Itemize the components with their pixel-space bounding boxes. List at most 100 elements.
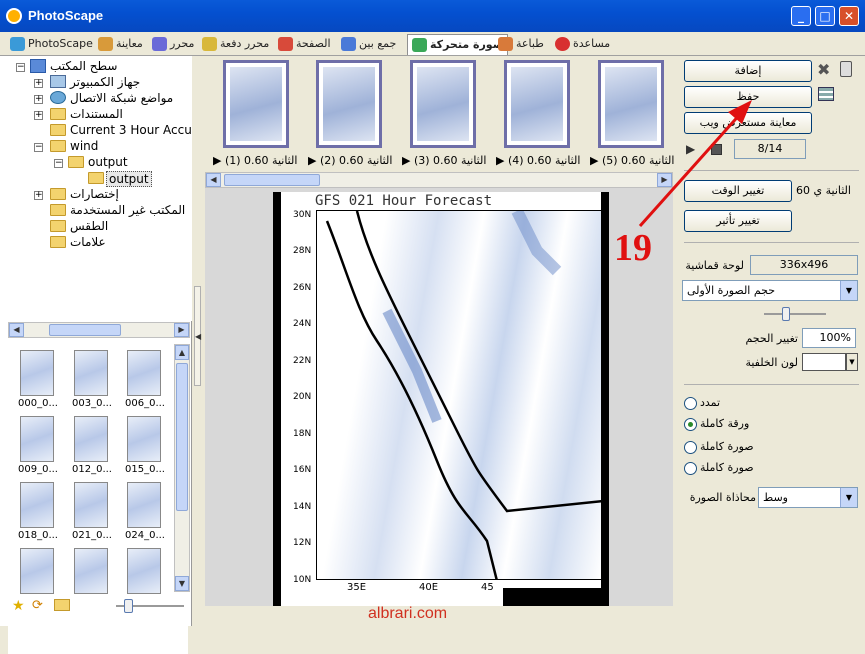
lat-tick: 16N (293, 465, 312, 475)
background-color-swatch[interactable] (802, 353, 846, 371)
folder-search-icon[interactable] (54, 599, 70, 611)
close-button[interactable]: ✕ (839, 6, 859, 26)
select-value: حجم الصورة الأولى (687, 284, 776, 297)
tree-item-weather[interactable]: الطقس (0, 219, 192, 235)
thumbnail-item[interactable]: 021_0... (68, 480, 116, 546)
radio-dot[interactable] (684, 397, 697, 410)
trash-icon[interactable] (840, 61, 852, 77)
radio-dot[interactable] (684, 418, 697, 431)
chevron-down-icon[interactable]: ▼ (840, 488, 857, 507)
frame-play-icon: ▶ (308, 154, 320, 167)
frame-caption[interactable]: ▶ (5) 0.60 الثانية (590, 154, 674, 167)
thumbnail-item[interactable]: 015_0... (121, 414, 169, 480)
tree-collapse-toggle[interactable]: − (54, 159, 63, 168)
scroll-right-arrow[interactable]: ▶ (657, 173, 672, 187)
tree-item-documents[interactable]: + المستندات (0, 107, 192, 123)
scroll-thumb[interactable] (49, 324, 121, 336)
scroll-up-arrow[interactable]: ▲ (175, 345, 189, 360)
tree-item-label: سطح المكتب (50, 59, 118, 73)
image-alignment-select[interactable]: وسط ▼ (758, 487, 858, 508)
tab-batch-editor[interactable]: محرر دفعة (198, 34, 273, 55)
tree-collapse-toggle[interactable]: − (34, 143, 43, 152)
tree-expand-toggle[interactable]: + (34, 191, 43, 200)
slider-handle[interactable] (782, 307, 790, 321)
gulf-shading (511, 211, 562, 276)
scroll-left-arrow[interactable]: ◀ (206, 173, 221, 187)
star-icon[interactable]: ★ (12, 598, 25, 614)
tab-print[interactable]: طباعة (494, 34, 548, 55)
scroll-right-arrow[interactable]: ▶ (174, 323, 189, 337)
frame-thumbnail[interactable] (316, 60, 382, 148)
tree-item-shortcuts[interactable]: + إختصارات (0, 187, 192, 203)
tab-help[interactable]: مساعدة (551, 34, 614, 55)
change-time-button[interactable]: تغيير الوقت (684, 180, 792, 202)
chevron-down-icon[interactable]: ▼ (840, 281, 857, 300)
tree-item-bookmarks[interactable]: علامات (0, 235, 192, 251)
radio-dot[interactable] (684, 462, 697, 475)
maximize-button[interactable]: □ (815, 6, 835, 26)
scroll-thumb[interactable] (176, 363, 188, 511)
tab-editor[interactable]: محرر (148, 34, 198, 55)
tree-item-output-selected[interactable]: output (0, 171, 192, 187)
filmstrip-horizontal-scrollbar[interactable]: ◀ ▶ (205, 172, 673, 188)
radio-dot[interactable] (684, 441, 697, 454)
scroll-thumb[interactable] (224, 174, 320, 186)
tree-item-wind[interactable]: − wind (0, 139, 192, 155)
resize-label: تغيير الحجم (745, 332, 798, 345)
scroll-down-arrow[interactable]: ▼ (175, 576, 189, 591)
frame-caption[interactable]: ▶ (3) 0.60 الثانية (402, 154, 486, 167)
delete-icon[interactable]: ✖ (817, 60, 830, 79)
thumbnail-item[interactable]: 003_0... (68, 348, 116, 414)
frame-caption[interactable]: ▶ (2) 0.60 الثانية (308, 154, 392, 167)
tree-item-unused-desk[interactable]: المكتب غير المستخدمة (0, 203, 192, 219)
resize-input[interactable]: 100% (802, 328, 856, 348)
frame-caption[interactable]: ▶ (4) 0.60 الثانية (496, 154, 580, 167)
tree-collapse-toggle[interactable]: − (16, 63, 25, 72)
thumbnail-vertical-scrollbar[interactable]: ▲ ▼ (174, 344, 190, 592)
add-button[interactable]: إضافة (684, 60, 812, 82)
color-dropdown-icon[interactable]: ▼ (846, 353, 858, 371)
tree-horizontal-scrollbar[interactable]: ◀ ▶ (8, 322, 190, 338)
change-effect-button[interactable]: تغيير تأثير (684, 210, 792, 232)
tab-photoscape[interactable]: PhotoScape (6, 34, 97, 55)
thumbnail-item[interactable]: 006_0... (121, 348, 169, 414)
coastline-east (355, 211, 601, 513)
tree-item-desktop[interactable]: − سطح المكتب (0, 59, 192, 75)
play-icon[interactable]: ▶ (686, 142, 695, 156)
web-preview-button[interactable]: معاينة مستعرض ويب (684, 112, 812, 134)
frame-thumbnail[interactable] (598, 60, 664, 148)
frame-image (417, 67, 469, 141)
tab-combine[interactable]: جمع بين (337, 34, 400, 55)
pane-splitter[interactable]: ◀ (192, 56, 205, 626)
tree-item-output[interactable]: − output (0, 155, 192, 171)
tree-expand-toggle[interactable]: + (34, 95, 43, 104)
thumbnail-item[interactable]: 024_0... (121, 480, 169, 546)
frame-thumbnail[interactable] (223, 60, 289, 148)
tree-item-my-computer[interactable]: + جهاز الكمبيوتر (0, 75, 192, 91)
canvas-slider[interactable] (764, 313, 826, 315)
slider-handle[interactable] (124, 599, 133, 613)
list-icon[interactable] (818, 87, 834, 101)
frame-thumbnail[interactable] (504, 60, 570, 148)
tree-expand-toggle[interactable]: + (34, 111, 43, 120)
frame-caption[interactable]: ▶ (1) 0.60 الثانية (213, 154, 297, 167)
tree-item-current-3-hour[interactable]: Current 3 Hour Accum (0, 123, 192, 139)
tab-viewer[interactable]: معاينة (94, 34, 147, 55)
stop-icon[interactable] (711, 144, 722, 155)
thumbnail-item[interactable]: 009_0... (14, 414, 62, 480)
frame-thumbnail[interactable] (410, 60, 476, 148)
minimize-button[interactable]: _ (791, 6, 811, 26)
scroll-left-arrow[interactable]: ◀ (9, 323, 24, 337)
refresh-icon[interactable]: ⟳ (32, 598, 43, 613)
tree-item-network-places[interactable]: + مواضع شبكة الاتصال (0, 91, 192, 107)
thumbnail-item[interactable]: 012_0... (68, 414, 116, 480)
collapse-arrow-icon[interactable]: ◀ (195, 332, 201, 341)
save-button[interactable]: حفظ (684, 86, 812, 108)
canvas-size-select[interactable]: حجم الصورة الأولى ▼ (682, 280, 858, 301)
thumbnail-item[interactable]: 000_0... (14, 348, 62, 414)
tab-page[interactable]: الصفحة (274, 34, 335, 55)
tree-expand-toggle[interactable]: + (34, 79, 43, 88)
thumbnail-item[interactable]: 018_0... (14, 480, 62, 546)
help-tab-icon (555, 37, 570, 51)
thumbnail-caption: 021_0... (72, 530, 112, 541)
